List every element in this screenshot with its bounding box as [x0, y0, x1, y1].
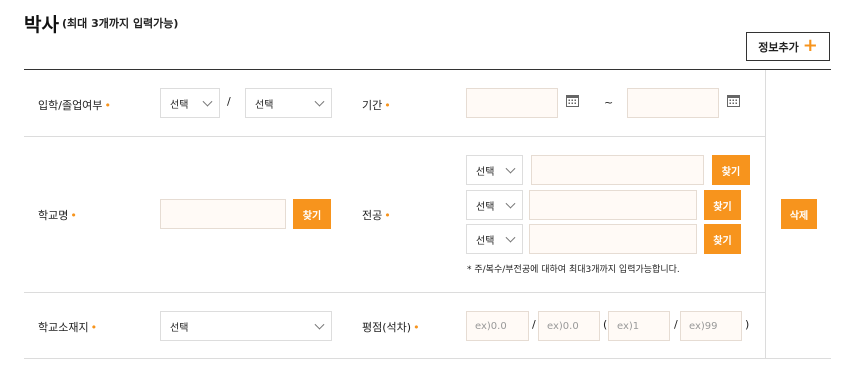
table-top-border [24, 69, 831, 70]
school-name-input[interactable] [160, 199, 286, 229]
required-mark: • [384, 99, 391, 112]
gpa-score-placeholder: ex)0.0 [475, 320, 507, 332]
required-mark: • [384, 209, 391, 222]
chevron-down-icon [505, 198, 516, 209]
gpa-score-input[interactable]: ex)0.0 [466, 311, 529, 341]
rank-input[interactable]: ex)1 [608, 311, 670, 341]
total-rank-input[interactable]: ex)99 [680, 311, 742, 341]
major-type-select[interactable]: 선택 [466, 155, 523, 185]
end-date-input[interactable] [627, 88, 719, 118]
admission-select-value: 선택 [170, 99, 189, 111]
total-rank-placeholder: ex)99 [689, 320, 718, 332]
major-type-value: 선택 [476, 166, 495, 178]
required-mark: • [413, 321, 420, 334]
admission-select[interactable]: 선택 [160, 88, 220, 118]
major-find-button[interactable]: 찾기 [704, 224, 741, 254]
required-mark: • [104, 99, 111, 112]
school-location-select[interactable]: 선택 [160, 311, 332, 341]
section-title: 박사 [24, 14, 59, 36]
section-subtitle: (최대 3개까지 입력가능) [62, 17, 179, 30]
calendar-icon[interactable] [727, 94, 740, 107]
row-divider [24, 292, 765, 293]
major-name-input[interactable] [529, 224, 697, 254]
required-mark: • [70, 209, 77, 222]
add-info-button[interactable]: 정보추가 + [746, 32, 830, 61]
admission-label: 입학/졸업여부 • [38, 99, 111, 112]
required-mark: • [90, 321, 98, 334]
slash-separator: / [227, 95, 231, 108]
plus-icon: + [802, 34, 818, 56]
chevron-down-icon [314, 96, 325, 107]
school-location-label: 학교소재지 • [38, 321, 98, 334]
school-name-label: 학교명 • [38, 209, 77, 222]
table-bottom-border [24, 358, 831, 359]
row-divider [24, 136, 765, 137]
chevron-down-icon [314, 319, 325, 330]
add-info-label: 정보추가 [758, 40, 799, 54]
major-type-value: 선택 [476, 201, 495, 213]
start-date-input[interactable] [466, 88, 558, 118]
major-find-button[interactable]: 찾기 [704, 190, 741, 220]
calendar-icon[interactable] [566, 94, 579, 107]
gpa-max-input[interactable]: ex)0.0 [538, 311, 600, 341]
tilde-separator: ~ [604, 96, 614, 109]
chevron-down-icon [505, 232, 516, 243]
major-type-select[interactable]: 선택 [466, 224, 523, 254]
major-find-button[interactable]: 찾기 [712, 155, 750, 185]
slash-separator: / [674, 318, 678, 331]
close-paren: ) [745, 318, 750, 331]
delete-column-divider [765, 70, 766, 358]
rank-placeholder: ex)1 [617, 320, 640, 332]
major-name-input[interactable] [529, 190, 697, 220]
delete-button[interactable]: 삭제 [781, 199, 817, 229]
slash-separator: / [532, 318, 536, 331]
gpa-label: 평점(석차) • [362, 321, 420, 334]
open-paren: ( [603, 318, 608, 331]
school-location-value: 선택 [170, 322, 189, 334]
major-type-value: 선택 [476, 235, 495, 247]
school-find-button[interactable]: 찾기 [293, 199, 331, 229]
major-type-select[interactable]: 선택 [466, 190, 523, 220]
major-label: 전공 • [362, 209, 391, 222]
gpa-max-placeholder: ex)0.0 [547, 320, 579, 332]
major-note: * 주/복수/부전공에 대하여 최대3개까지 입력가능합니다. [467, 265, 680, 275]
chevron-down-icon [202, 96, 213, 107]
major-name-input[interactable] [531, 155, 704, 185]
chevron-down-icon [505, 163, 516, 174]
graduation-select-value: 선택 [255, 99, 274, 111]
graduation-select[interactable]: 선택 [245, 88, 332, 118]
period-label: 기간 • [362, 99, 391, 112]
